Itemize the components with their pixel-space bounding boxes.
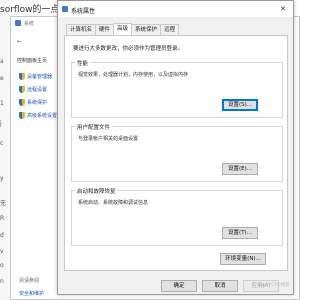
system-protection-link[interactable]: 系统保护 [19, 98, 47, 106]
startup-recovery-description: 系统启动、系统故障和调试信息 [78, 200, 149, 206]
blog-side-char: j [0, 120, 2, 127]
blog-side-char: v [0, 248, 4, 255]
watermark: @51CTO博客 [261, 283, 290, 288]
performance-description: 视觉效果，处理器计划，内存使用，以及虚拟内存 [78, 72, 189, 78]
shield-icon [19, 72, 25, 80]
tab-remote[interactable]: 远程 [160, 24, 180, 35]
tab-hardware[interactable]: 硬件 [95, 24, 115, 35]
blog-side-char: o [0, 262, 4, 269]
advanced-system-settings-label: 高级系统设置 [27, 112, 58, 119]
security-maintenance-link[interactable]: 安全和维护 [19, 290, 44, 297]
startup-recovery-group-title: 启动和故障恢复 [75, 187, 118, 195]
user-profiles-settings-button[interactable]: 设置(E)... [222, 163, 258, 175]
admin-note: 要进行大多数更改，你必须作为管理员登录。 [73, 46, 184, 52]
user-profiles-description: 与登录帐户相关的桌面设置 [78, 136, 139, 142]
tab-advanced[interactable]: 高级 [113, 23, 133, 35]
blog-side-char: e [0, 75, 4, 82]
blog-side-char: c [0, 140, 4, 147]
blog-side-char: d [0, 232, 4, 239]
blog-side-char: 无 [0, 200, 7, 207]
dialog-title: 系统属性 [71, 8, 96, 15]
shield-icon [19, 98, 25, 106]
performance-group: 性能 视觉效果，处理器计划，内存使用，以及虚拟内存 设置(S)... [71, 59, 283, 118]
blog-side-char: R [0, 215, 5, 222]
environment-variables-button[interactable]: 环境变量(N)... [220, 253, 266, 265]
computer-icon [62, 6, 68, 12]
remote-settings-link[interactable]: 远程设置 [19, 85, 47, 93]
tab-computer-name[interactable]: 计算机名 [66, 24, 97, 35]
device-manager-label: 设备管理器 [27, 73, 53, 80]
shield-icon [19, 85, 25, 93]
performance-settings-button[interactable]: 设置(S)... [222, 99, 258, 111]
remote-settings-label: 远程设置 [27, 86, 48, 93]
startup-recovery-settings-button[interactable]: 设置(T)... [222, 227, 258, 239]
blog-side-char: 1 [0, 100, 4, 107]
startup-recovery-group: 启动和故障恢复 系统启动、系统故障和调试信息 设置(T)... [71, 187, 283, 246]
system-icon [15, 20, 21, 26]
control-panel-home-link[interactable]: 控制面板主页 [17, 57, 47, 64]
close-icon[interactable]: ✕ [273, 1, 293, 17]
advanced-system-settings-link[interactable]: 高级系统设置 [19, 111, 57, 119]
system-properties-dialog: 系统属性 ✕ 计算机名 硬件 高级 系统保护 远程 要进行大多数更改，你必须作为… [57, 0, 294, 295]
performance-group-title: 性能 [75, 59, 91, 67]
shield-icon [19, 111, 25, 119]
device-manager-link[interactable]: 设备管理器 [19, 72, 52, 80]
tab-bar: 计算机名 硬件 高级 系统保护 远程 [66, 23, 180, 35]
advanced-tab-panel: 要进行大多数更改，你必须作为管理员登录。 性能 视觉效果，处理器计划，内存使用，… [64, 35, 288, 271]
ok-button[interactable]: 确定 [161, 280, 197, 292]
cancel-button[interactable]: 取消 [202, 280, 238, 292]
blog-side-char: y [0, 175, 4, 182]
dialog-titlebar[interactable]: 系统属性 ✕ [58, 1, 293, 17]
system-window-title: 系统 [24, 21, 35, 27]
blog-page-background [0, 0, 10, 300]
system-protection-label: 系统保护 [27, 99, 48, 106]
blog-side-char: n [0, 278, 4, 285]
tab-system-protection[interactable]: 系统保护 [131, 24, 162, 35]
back-arrow-icon[interactable]: ← [17, 38, 22, 45]
blog-side-char: a [0, 58, 4, 65]
user-profiles-group-title: 用户配置文件 [75, 123, 113, 131]
see-also-heading: 另请参阅 [19, 278, 40, 284]
user-profiles-group: 用户配置文件 与登录帐户相关的桌面设置 设置(E)... [71, 123, 283, 182]
